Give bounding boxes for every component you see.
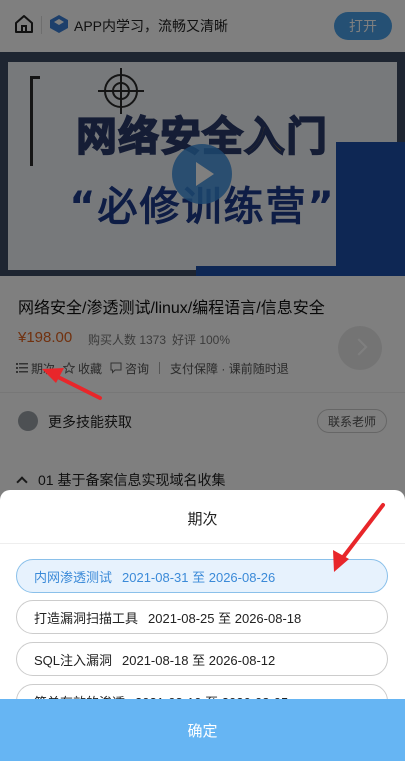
period-dates: 2021-08-18 至 2026-08-12 (122, 652, 276, 668)
period-dates: 2021-08-31 至 2026-08-26 (122, 569, 276, 585)
period-option[interactable]: SQL注入漏洞 2021-08-18 至 2026-08-12 (16, 642, 388, 676)
divider (0, 543, 405, 544)
period-name: 内网渗透测试 (34, 569, 113, 585)
periods-sheet: 期次 内网渗透测试 2021-08-31 至 2026-08-26 打造漏洞扫描… (0, 490, 405, 761)
confirm-button[interactable]: 确定 (0, 699, 405, 761)
period-name: SQL注入漏洞 (34, 652, 113, 668)
period-dates: 2021-08-25 至 2026-08-18 (148, 610, 302, 626)
period-option[interactable]: 打造漏洞扫描工具 2021-08-25 至 2026-08-18 (16, 600, 388, 634)
sheet-title: 期次 (187, 511, 218, 528)
period-option[interactable]: 内网渗透测试 2021-08-31 至 2026-08-26 (16, 559, 388, 593)
period-name: 打造漏洞扫描工具 (34, 610, 139, 626)
